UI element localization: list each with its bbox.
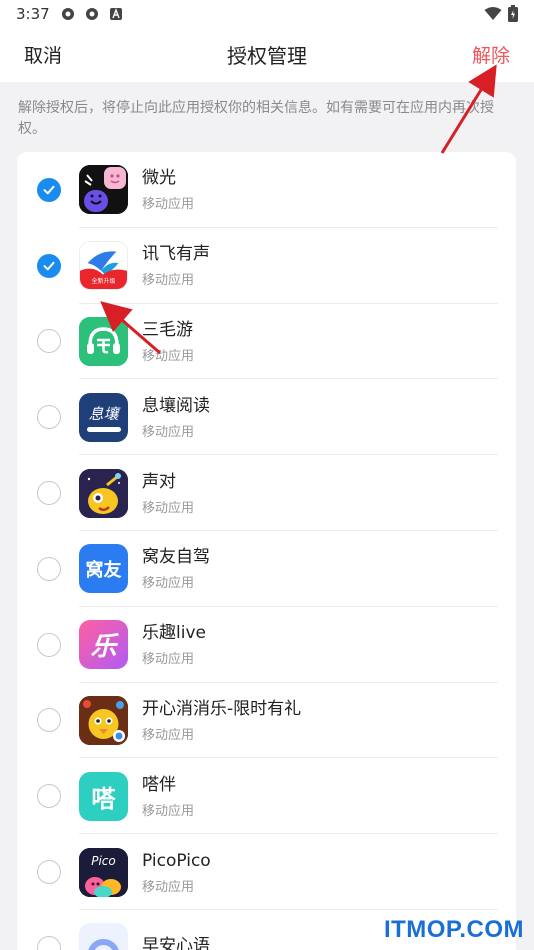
zaoan-app-icon: [79, 923, 128, 950]
status-time: 3:37: [16, 4, 50, 23]
list-item[interactable]: 息壤 息壤阅读 移动应用: [17, 379, 516, 456]
app-name: 开心消消乐-限时有礼: [142, 698, 302, 719]
nav-bar: 取消 授权管理 解除: [0, 27, 534, 82]
app-type: 移动应用: [142, 652, 195, 668]
sanmaoyou-app-icon: [79, 316, 128, 366]
revoke-notice: 解除授权后，将停止向此应用授权你的相关信息。如有需要可在应用内再次授权。: [18, 100, 494, 137]
weiguang-app-icon: [79, 165, 128, 215]
picopico-app-icon: Pico: [79, 847, 128, 897]
status-bar: 3:37: [0, 0, 534, 27]
list-item[interactable]: 嗒 嗒伴 移动应用: [17, 758, 516, 835]
settings-notification-icon: [85, 7, 98, 20]
checkbox-unchecked[interactable]: [37, 784, 61, 809]
shengdui-app-icon: [79, 468, 128, 518]
checkbox-unchecked[interactable]: [37, 481, 61, 506]
page-title: 授权管理: [227, 44, 307, 68]
checkbox-unchecked[interactable]: [37, 556, 61, 581]
app-type: 移动应用: [142, 500, 195, 516]
daban-app-icon: 嗒: [79, 771, 128, 821]
xiaoxiaole-app-icon: [79, 695, 128, 745]
app-type: 移动应用: [142, 197, 195, 213]
app-list: 微光 移动应用 全新升级 讯飞有声 移动应用 三毛游 移动应用 息壤 息壤阅读 …: [17, 152, 516, 950]
app-name: 息壤阅读: [142, 395, 210, 416]
daban-icon-text: 嗒: [91, 784, 116, 813]
checkbox-unchecked[interactable]: [37, 860, 61, 885]
app-type: 移动应用: [142, 273, 195, 289]
checkmark-icon: [43, 185, 55, 195]
app-name: 窝友自驾: [142, 547, 210, 568]
app-name: 微光: [142, 168, 176, 189]
app-name: 早安心语: [142, 935, 210, 950]
app-name: 声对: [142, 471, 176, 492]
list-item[interactable]: 三毛游 移动应用: [17, 304, 516, 380]
list-item[interactable]: 微光 移动应用: [17, 152, 516, 228]
checkbox-unchecked[interactable]: [37, 632, 61, 657]
checkbox-unchecked[interactable]: [37, 329, 61, 354]
app-name: 三毛游: [142, 319, 193, 340]
list-item[interactable]: 窝友 窝友自驾 移动应用: [17, 531, 516, 607]
lequ-app-icon: 乐: [79, 620, 128, 670]
lequ-icon-text: 乐: [90, 632, 117, 663]
app-type: 移动应用: [142, 803, 195, 819]
xirang-app-icon: 息壤: [79, 392, 128, 442]
checkbox-unchecked[interactable]: [37, 708, 61, 733]
font-notification-icon: [109, 7, 122, 20]
checkbox-checked[interactable]: [37, 177, 61, 202]
revoke-button[interactable]: 解除: [472, 41, 510, 68]
list-item[interactable]: Pico PicoPico 移动应用: [17, 834, 516, 910]
picopico-icon-text: Pico: [91, 853, 116, 868]
app-type: 移动应用: [142, 348, 195, 364]
wifi-icon: [484, 6, 502, 20]
app-type: 移动应用: [142, 727, 195, 743]
list-item[interactable]: 声对 移动应用: [17, 455, 516, 531]
app-name: 嗒伴: [142, 774, 176, 795]
app-type: 移动应用: [142, 879, 195, 895]
xunfei-app-icon: 全新升级: [79, 241, 128, 291]
list-item[interactable]: 全新升级 讯飞有声 移动应用: [17, 228, 516, 304]
battery-icon: [508, 5, 518, 22]
woyou-icon-text: 窝友: [85, 559, 122, 581]
app-name: 乐趣live: [142, 623, 206, 644]
app-type: 移动应用: [142, 576, 195, 592]
app-name: 讯飞有声: [142, 244, 210, 265]
woyou-app-icon: 窝友: [79, 544, 128, 594]
list-item[interactable]: 乐 乐趣live 移动应用: [17, 607, 516, 683]
xunfei-banner-text: 全新升级: [91, 278, 116, 286]
app-type: 移动应用: [142, 424, 195, 440]
checkbox-unchecked[interactable]: [37, 405, 61, 430]
settings-notification-icon: [61, 7, 74, 20]
cancel-button[interactable]: 取消: [24, 41, 62, 68]
checkmark-icon: [43, 261, 55, 270]
list-item[interactable]: 开心消消乐-限时有礼 移动应用: [17, 683, 516, 759]
checkbox-checked[interactable]: [37, 253, 61, 278]
watermark: ITMOP.COM: [383, 916, 524, 943]
app-name: PicoPico: [142, 850, 211, 871]
checkbox-unchecked[interactable]: [37, 935, 61, 950]
xirang-icon-text: 息壤: [88, 404, 119, 423]
